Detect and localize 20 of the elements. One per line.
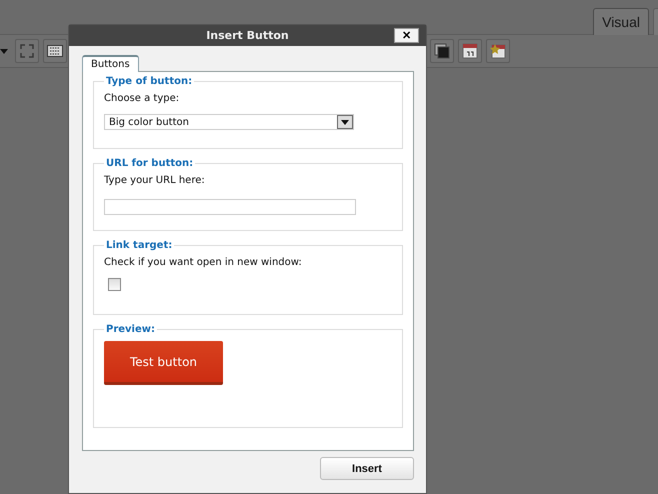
section-legend: Preview: bbox=[104, 324, 158, 335]
url-input-field[interactable] bbox=[104, 198, 356, 214]
section-legend: Link target: bbox=[104, 240, 174, 251]
keyboard-icon[interactable] bbox=[43, 39, 67, 63]
panel-tab[interactable]: Buttons bbox=[82, 55, 139, 72]
field-label: Type your URL here: bbox=[104, 175, 206, 186]
calendar-icon[interactable] bbox=[458, 39, 482, 63]
field-label: Choose a type: bbox=[104, 93, 180, 104]
dialog-title: Insert Button bbox=[206, 29, 289, 42]
insert-button[interactable]: Insert bbox=[320, 457, 414, 480]
section-legend: URL for button: bbox=[104, 158, 196, 169]
section-legend: Type of button: bbox=[104, 76, 194, 87]
close-button[interactable]: ✕ bbox=[394, 28, 419, 43]
test-button[interactable]: Test button bbox=[104, 341, 223, 385]
new-window-checkbox[interactable] bbox=[108, 278, 121, 291]
layers-icon[interactable] bbox=[430, 39, 454, 63]
field-label: Check if you want open in new window: bbox=[104, 257, 303, 268]
caret-icon[interactable] bbox=[0, 48, 8, 54]
editor-tab[interactable]: Visual bbox=[593, 8, 649, 35]
type-dropdown[interactable]: Big color button bbox=[104, 114, 354, 130]
